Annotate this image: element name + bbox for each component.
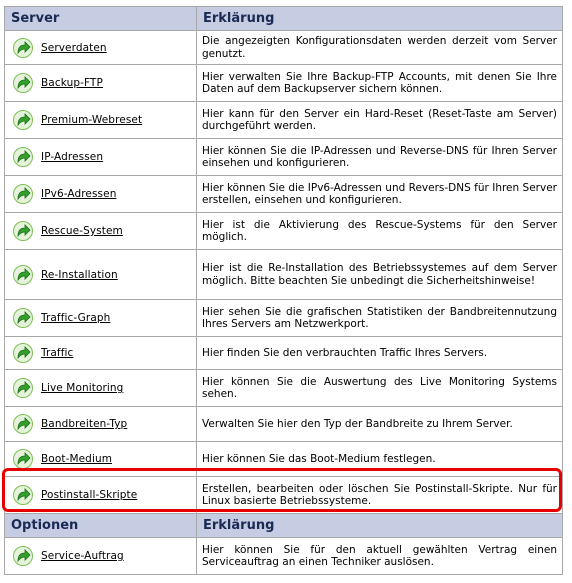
link-service-auftrag[interactable]: Service-Auftrag: [13, 546, 196, 566]
link-backup-ftp[interactable]: Backup-FTP: [13, 73, 196, 93]
green-arrow-icon[interactable]: [13, 546, 33, 566]
table-row: Live Monitoring Hier können Sie die Auswe…: [4, 369, 563, 407]
menu-link[interactable]: Traffic: [41, 347, 73, 359]
name-cell: Serverdaten: [4, 30, 197, 65]
table-row: Bandbreiten-Typ Verwalten Sie hier den Ty…: [4, 406, 563, 442]
table-row: Service-Auftrag Hier können Sie für den a…: [4, 537, 563, 575]
menu-link[interactable]: Premium-Webreset: [41, 114, 142, 126]
name-cell: Traffic-Graph: [4, 299, 197, 337]
link-bandbreiten-typ[interactable]: Bandbreiten-Typ: [13, 414, 196, 434]
description-cell: Hier können Sie für den aktuell gewählte…: [196, 537, 563, 575]
description-cell: Hier ist die Re-Installation des Betrieb…: [196, 249, 563, 300]
table-row: Backup-FTP Hier verwalten Sie Ihre Backup…: [4, 64, 563, 102]
table-row: Serverdaten Die angezeigten Konfiguration…: [4, 30, 563, 65]
table-row: IP-Adressen Hier können Sie die IP-Adress…: [4, 138, 563, 176]
menu-link[interactable]: IPv6-Adressen: [41, 188, 116, 200]
description-cell: Hier können Sie die IP-Adressen und Reve…: [196, 138, 563, 176]
green-arrow-icon[interactable]: [13, 343, 33, 363]
description-cell: Hier ist die Aktivierung des Rescue-Syst…: [196, 212, 563, 250]
name-cell: Rescue-System: [4, 212, 197, 250]
menu-link[interactable]: Live Monitoring: [41, 382, 123, 394]
description-cell: Die angezeigten Konfigurationsdaten werd…: [196, 30, 563, 65]
green-arrow-icon[interactable]: [13, 308, 33, 328]
link-premium-webreset[interactable]: Premium-Webreset: [13, 110, 196, 130]
server_section-header-row: Server Erklärung: [4, 6, 563, 31]
name-cell: Re-Installation: [4, 249, 197, 300]
name-cell: Traffic: [4, 336, 197, 370]
green-arrow-icon[interactable]: [13, 73, 33, 93]
link-serverdaten[interactable]: Serverdaten: [13, 37, 196, 58]
column-header: Erklärung: [196, 6, 563, 31]
table-row: Re-Installation Hier ist die Re-Installat…: [4, 249, 563, 300]
menu-link[interactable]: Postinstall-Skripte: [41, 489, 137, 501]
table-row: IPv6-Adressen Hier können Sie die IPv6-Ad…: [4, 175, 563, 213]
green-arrow-icon[interactable]: [13, 37, 33, 58]
green-arrow-icon[interactable]: [13, 414, 33, 434]
green-arrow-icon[interactable]: [13, 378, 33, 398]
menu-link[interactable]: Boot-Medium: [41, 453, 112, 465]
name-cell: IP-Adressen: [4, 138, 197, 176]
description-cell: Hier können Sie die Auswertung des Live …: [196, 369, 563, 407]
green-arrow-icon[interactable]: [13, 449, 33, 469]
name-cell: Bandbreiten-Typ: [4, 406, 197, 442]
menu-link[interactable]: Serverdaten: [41, 42, 107, 54]
description-cell: Hier verwalten Sie Ihre Backup-FTP Accou…: [196, 64, 563, 102]
menu-link[interactable]: Backup-FTP: [41, 77, 103, 89]
menu-link[interactable]: Bandbreiten-Typ: [41, 418, 127, 430]
description-cell: Hier kann für den Server ein Hard-Reset …: [196, 101, 563, 139]
table-row: Traffic Hier finden Sie den verbrauchten …: [4, 336, 563, 370]
table-row: Boot-Medium Hier können Sie das Boot-Medi…: [4, 441, 563, 477]
link-ipv6-adressen[interactable]: IPv6-Adressen: [13, 184, 196, 204]
name-cell: Premium-Webreset: [4, 101, 197, 139]
green-arrow-icon[interactable]: [13, 485, 33, 505]
green-arrow-icon[interactable]: [13, 147, 33, 167]
description-cell: Hier können Sie das Boot-Medium festlege…: [196, 441, 563, 477]
name-cell: Boot-Medium: [4, 441, 197, 477]
description-cell: Hier sehen Sie die grafischen Statistike…: [196, 299, 563, 337]
link-rescue-system[interactable]: Rescue-System: [13, 221, 196, 241]
link-ip-adressen[interactable]: IP-Adressen: [13, 147, 196, 167]
table-row: Rescue-System Hier ist die Aktivierung de…: [4, 212, 563, 250]
column-header: Optionen: [4, 513, 197, 538]
table-row: Postinstall-Skripte Erstellen, bearbeiten…: [4, 476, 563, 514]
name-cell: Live Monitoring: [4, 369, 197, 407]
link-traffic-graph[interactable]: Traffic-Graph: [13, 308, 196, 328]
green-arrow-icon[interactable]: [13, 110, 33, 130]
name-cell: Service-Auftrag: [4, 537, 197, 575]
options_section-header-row: Optionen Erklärung: [4, 513, 563, 538]
name-cell: IPv6-Adressen: [4, 175, 197, 213]
description-cell: Verwalten Sie hier den Typ der Bandbreit…: [196, 406, 563, 442]
menu-link[interactable]: Traffic-Graph: [41, 312, 110, 324]
link-traffic[interactable]: Traffic: [13, 343, 196, 363]
server-options-table: Server Erklärung Serverdaten Die angezeigte…: [4, 6, 563, 575]
column-header: Erklärung: [196, 513, 563, 538]
name-cell: Postinstall-Skripte: [4, 476, 197, 514]
menu-link[interactable]: Service-Auftrag: [41, 550, 124, 562]
link-live-monitoring[interactable]: Live Monitoring: [13, 378, 196, 398]
description-cell: Erstellen, bearbeiten oder löschen Sie P…: [196, 476, 563, 514]
link-boot-medium[interactable]: Boot-Medium: [13, 449, 196, 469]
description-cell: Hier finden Sie den verbrauchten Traffic…: [196, 336, 563, 370]
name-cell: Backup-FTP: [4, 64, 197, 102]
link-re-installation[interactable]: Re-Installation: [13, 264, 196, 285]
column-header: Server: [4, 6, 197, 31]
description-cell: Hier können Sie die IPv6-Adressen und Re…: [196, 175, 563, 213]
green-arrow-icon[interactable]: [13, 264, 33, 285]
link-postinstall-skripte[interactable]: Postinstall-Skripte: [13, 485, 196, 505]
green-arrow-icon[interactable]: [13, 221, 33, 241]
menu-link[interactable]: Rescue-System: [41, 225, 123, 237]
menu-link[interactable]: Re-Installation: [41, 269, 118, 281]
menu-link[interactable]: IP-Adressen: [41, 151, 103, 163]
table-row: Traffic-Graph Hier sehen Sie die grafisch…: [4, 299, 563, 337]
green-arrow-icon[interactable]: [13, 184, 33, 204]
table-row: Premium-Webreset Hier kann für den Server…: [4, 101, 563, 139]
